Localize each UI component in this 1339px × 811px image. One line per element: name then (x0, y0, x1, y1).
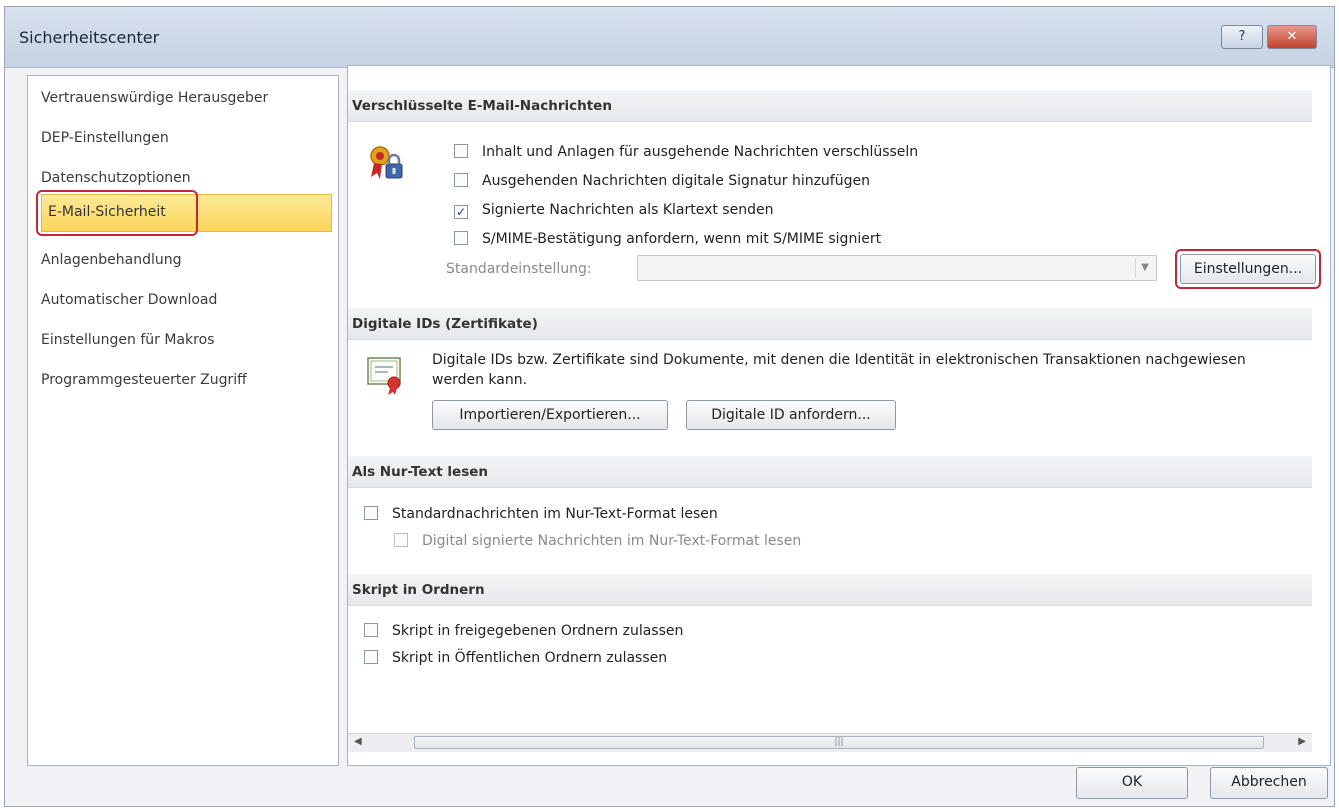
chevron-down-icon[interactable]: ▼ (1135, 258, 1154, 278)
option-encrypt-outgoing[interactable]: Inhalt und Anlagen für ausgehende Nachri… (454, 144, 918, 160)
option-script-shared-folders[interactable]: Skript in freigegebenen Ordnern zulassen (364, 623, 683, 639)
window-title: Sicherheitscenter (19, 28, 160, 47)
option-script-public-folders[interactable]: Skript in Öffentlichen Ordnern zulassen (364, 650, 667, 666)
close-icon: ✕ (1286, 29, 1298, 44)
help-icon: ? (1238, 29, 1246, 44)
request-digital-id-button[interactable]: Digitale ID anfordern... (686, 400, 896, 430)
default-setting-label: Standardeinstellung: (446, 261, 592, 277)
sidebar-item-trusted-publishers[interactable]: Vertrauenswürdige Herausgeber (41, 90, 268, 106)
main-panel: Verschlüsselte E-Mail-Nachrichten Inhalt… (347, 65, 1331, 766)
sidebar-item-macro-settings[interactable]: Einstellungen für Makros (41, 332, 214, 348)
sidebar: Vertrauenswürdige Herausgeber DEP-Einste… (27, 75, 339, 766)
checkbox[interactable] (454, 144, 468, 158)
default-setting-select[interactable]: ▼ (637, 255, 1157, 281)
checkbox[interactable] (454, 231, 468, 245)
sidebar-item-automatic-download[interactable]: Automatischer Download (41, 292, 217, 308)
sidebar-item-programmatic-access[interactable]: Programmgesteuerter Zugriff (41, 372, 247, 388)
option-read-standard-plain-text[interactable]: Standardnachrichten im Nur-Text-Format l… (364, 506, 718, 522)
checkbox[interactable] (364, 623, 378, 637)
checkbox[interactable] (364, 650, 378, 664)
scroll-left-icon[interactable]: ◀ (354, 736, 362, 747)
certificate-lock-icon (370, 146, 403, 179)
section-header-script-folders: Skript in Ordnern (348, 574, 1312, 606)
annotation-highlight-email-security (36, 190, 198, 236)
help-button[interactable]: ? (1221, 25, 1263, 49)
checkbox[interactable] (454, 173, 468, 187)
dialog-window: Sicherheitscenter ? ✕ Vertrauenswürdige … (4, 6, 1335, 807)
sidebar-item-attachment-handling[interactable]: Anlagenbehandlung (41, 252, 182, 268)
scrollbar-thumb[interactable]: ||| (414, 736, 1264, 749)
scroll-right-icon[interactable]: ▶ (1298, 736, 1306, 747)
section-header-plain-text: Als Nur-Text lesen (348, 456, 1312, 488)
section-header-digital-ids: Digitale IDs (Zertifikate) (348, 308, 1312, 340)
option-add-digital-signature[interactable]: Ausgehenden Nachrichten digitale Signatu… (454, 173, 870, 189)
close-button[interactable]: ✕ (1267, 25, 1317, 49)
certificate-document-icon (367, 357, 401, 395)
option-read-signed-plain-text[interactable]: Digital signierte Nachrichten im Nur-Tex… (394, 533, 801, 549)
sidebar-item-privacy-options[interactable]: Datenschutzoptionen (41, 170, 191, 186)
section-header-encrypted-email: Verschlüsselte E-Mail-Nachrichten (348, 90, 1312, 122)
ok-button[interactable]: OK (1076, 767, 1188, 799)
horizontal-scrollbar[interactable]: ◀ ||| ▶ (348, 733, 1312, 752)
option-send-signed-cleartext[interactable]: ✓ Signierte Nachrichten als Klartext send… (454, 202, 773, 219)
import-export-button[interactable]: Importieren/Exportieren... (432, 400, 668, 430)
annotation-highlight-settings (1175, 249, 1321, 289)
option-request-smime-receipt[interactable]: S/MIME-Bestätigung anfordern, wenn mit S… (454, 231, 881, 247)
cancel-button[interactable]: Abbrechen (1210, 767, 1328, 799)
sidebar-item-dep-settings[interactable]: DEP-Einstellungen (41, 130, 169, 146)
checkbox[interactable] (364, 506, 378, 520)
title-bar: Sicherheitscenter ? ✕ (5, 7, 1334, 68)
checkbox[interactable] (394, 533, 408, 547)
checkbox-checked[interactable]: ✓ (454, 205, 468, 219)
digital-ids-description: Digitale IDs bzw. Zertifikate sind Dokum… (432, 352, 1246, 388)
